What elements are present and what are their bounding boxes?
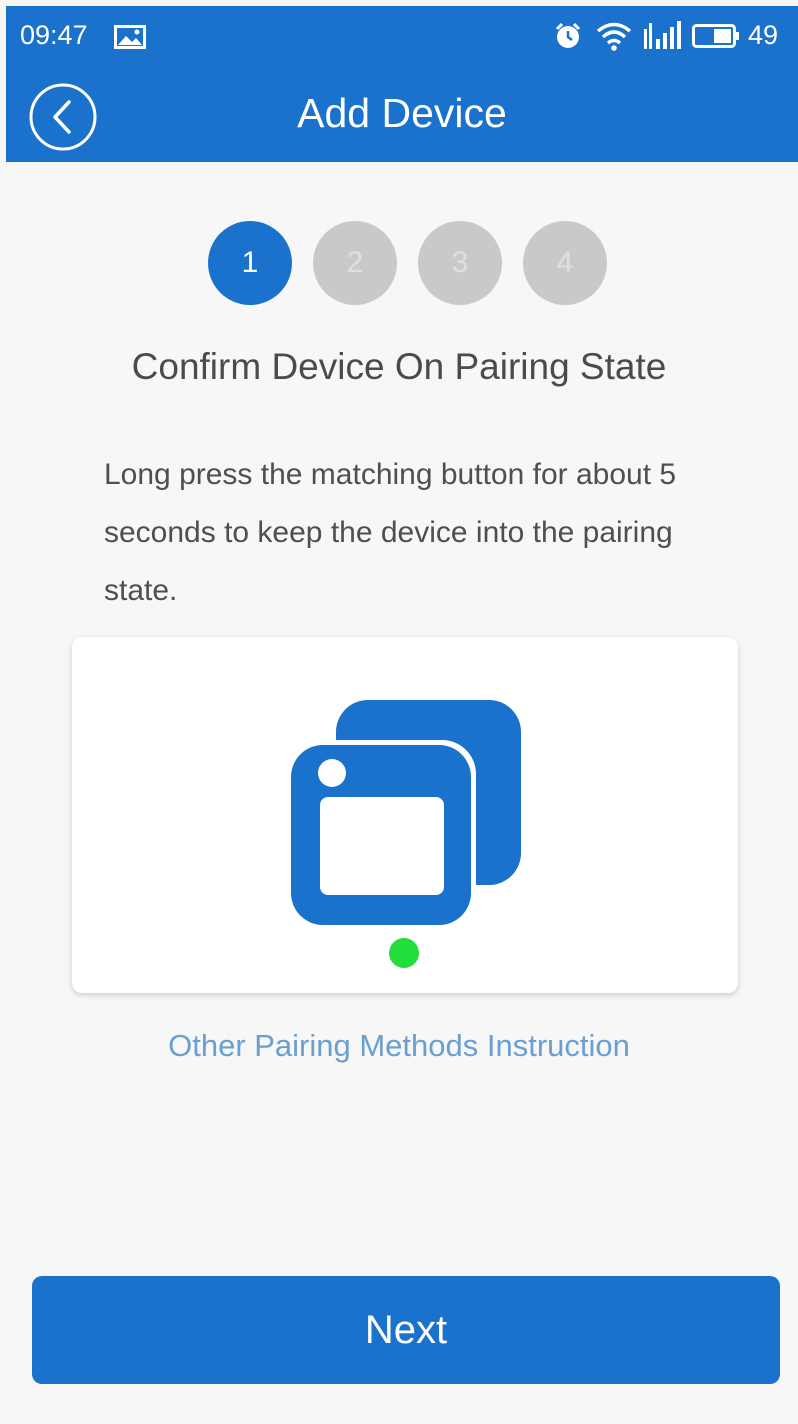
step-description: Long press the matching button for about… <box>104 458 677 607</box>
page-title: Add Device <box>297 90 507 136</box>
battery-icon <box>692 24 739 48</box>
signal-icon <box>644 21 681 49</box>
step-3: 3 <box>418 221 502 305</box>
status-bar: 09:47 49 <box>6 6 798 66</box>
step-indicator: 1 2 3 4 <box>208 221 607 305</box>
gallery-icon <box>114 25 146 49</box>
battery-level: 49 <box>748 20 779 50</box>
step-heading: Confirm Device On Pairing State <box>131 346 667 387</box>
add-device-screen: 09:47 49 Add Device 1 2 3 4 Confirm Devi… <box>0 0 798 1424</box>
status-time: 09:47 <box>20 20 88 50</box>
next-button[interactable]: Next <box>32 1276 780 1384</box>
top-bar: 09:47 49 Add Device <box>6 6 798 162</box>
other-pairing-methods-link[interactable]: Other Pairing Methods Instruction <box>0 1028 798 1064</box>
step-4: 4 <box>523 221 607 305</box>
step-1: 1 <box>208 221 292 305</box>
step-2: 2 <box>313 221 397 305</box>
device-pairing-icon <box>286 700 521 968</box>
illustration-card <box>72 637 738 993</box>
alarm-icon <box>555 22 581 48</box>
wifi-icon <box>596 22 632 51</box>
